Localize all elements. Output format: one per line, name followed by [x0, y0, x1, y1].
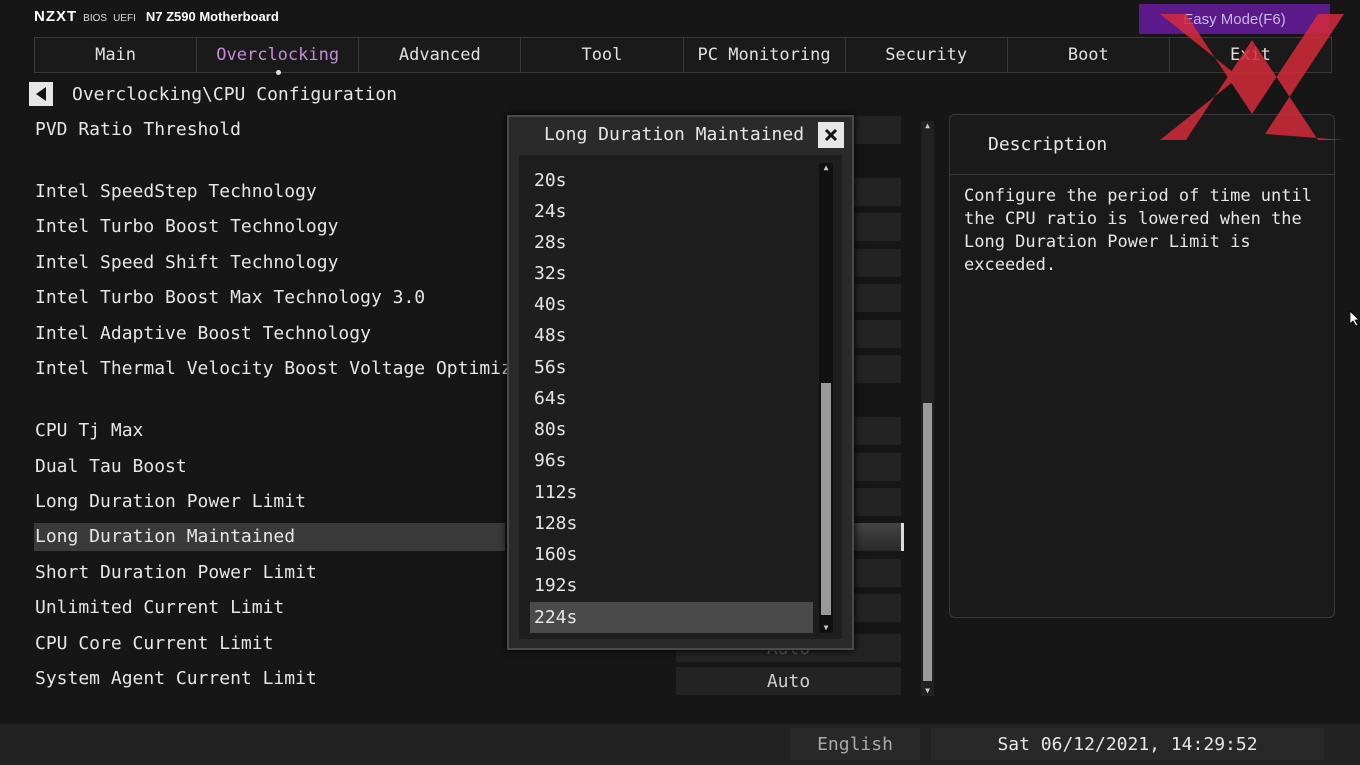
- language-selector[interactable]: English: [790, 728, 920, 760]
- setting-pvd-ratio-threshold[interactable]: PVD Ratio Threshold: [34, 116, 505, 144]
- description-header: Description: [950, 115, 1334, 175]
- easy-mode-button[interactable]: Easy Mode(F6): [1139, 4, 1330, 34]
- setting-cpu-tj-max[interactable]: CPU Tj Max: [34, 417, 505, 445]
- tab-tool[interactable]: Tool: [521, 38, 684, 72]
- long-duration-maintained-popup: Long Duration Maintained 20s 24s 28s 32s…: [507, 115, 854, 650]
- option-item[interactable]: 24s: [530, 196, 813, 227]
- tab-boot[interactable]: Boot: [1008, 38, 1170, 72]
- tab-security[interactable]: Security: [846, 38, 1008, 72]
- close-icon: [824, 128, 838, 142]
- tab-exit[interactable]: Exit: [1170, 38, 1331, 72]
- nzxt-logo: NZXT: [34, 8, 78, 25]
- main-scrollbar[interactable]: ▲ ▼: [921, 121, 934, 696]
- mouse-cursor-icon: [1350, 311, 1360, 327]
- description-text: Configure the period of time until the C…: [964, 186, 1312, 275]
- setting-intel-turbo-boost-max-3[interactable]: Intel Turbo Boost Max Technology 3.0: [34, 284, 505, 312]
- back-button[interactable]: [29, 82, 53, 106]
- option-item[interactable]: 64s: [530, 383, 813, 414]
- setting-intel-speedstep[interactable]: Intel SpeedStep Technology: [34, 178, 505, 206]
- value-system-agent-current-limit[interactable]: Auto: [676, 667, 901, 695]
- setting-dual-tau-boost[interactable]: Dual Tau Boost: [34, 453, 505, 481]
- setting-short-duration-power-limit[interactable]: Short Duration Power Limit: [34, 559, 505, 587]
- scroll-down-icon[interactable]: ▼: [819, 623, 833, 633]
- option-item[interactable]: 56s: [530, 352, 813, 383]
- tab-main[interactable]: Main: [35, 38, 198, 72]
- datetime-display: Sat 06/12/2021, 14:29:52: [931, 728, 1324, 760]
- bios-label: BIOS: [83, 13, 108, 24]
- setting-intel-turbo-boost[interactable]: Intel Turbo Boost Technology: [34, 213, 505, 241]
- breadcrumb: Overclocking\CPU Configuration: [72, 84, 398, 105]
- option-item[interactable]: 48s: [530, 320, 813, 351]
- scroll-down-icon[interactable]: ▼: [921, 686, 934, 696]
- option-item[interactable]: 80s: [530, 414, 813, 445]
- tab-pc-monitoring[interactable]: PC Monitoring: [684, 38, 846, 72]
- setting-unlimited-current-limit[interactable]: Unlimited Current Limit: [34, 594, 505, 622]
- scroll-up-icon[interactable]: ▲: [819, 163, 833, 173]
- setting-cpu-core-current-limit[interactable]: CPU Core Current Limit: [34, 630, 505, 658]
- setting-long-duration-maintained[interactable]: Long Duration Maintained: [34, 523, 505, 551]
- setting-intel-speed-shift[interactable]: Intel Speed Shift Technology: [34, 249, 505, 277]
- option-item-selected[interactable]: 224s: [530, 602, 813, 633]
- scroll-up-icon[interactable]: ▲: [921, 121, 934, 131]
- option-item[interactable]: 112s: [530, 477, 813, 508]
- description-title: Description: [988, 134, 1108, 155]
- setting-intel-tvb-voltage-opt[interactable]: Intel Thermal Velocity Boost Voltage Opt…: [34, 355, 577, 383]
- option-item[interactable]: 160s: [530, 539, 813, 570]
- popup-scrollbar-thumb[interactable]: [821, 383, 831, 615]
- uefi-label: UEFI: [113, 13, 136, 24]
- description-panel: Description Configure the period of time…: [949, 114, 1335, 618]
- popup-title: Long Duration Maintained: [543, 124, 805, 145]
- popup-close-button[interactable]: [818, 122, 844, 148]
- setting-system-agent-current-limit[interactable]: System Agent Current Limit: [34, 665, 505, 693]
- option-item[interactable]: 192s: [530, 570, 813, 601]
- tab-advanced[interactable]: Advanced: [359, 38, 522, 72]
- main-tabs: Main Overclocking Advanced Tool PC Monit…: [34, 37, 1332, 75]
- setting-intel-adaptive-boost[interactable]: Intel Adaptive Boost Technology: [34, 320, 505, 348]
- option-item[interactable]: 128s: [530, 508, 813, 539]
- option-item[interactable]: 32s: [530, 258, 813, 289]
- option-item[interactable]: 28s: [530, 227, 813, 258]
- option-item[interactable]: 20s: [530, 165, 813, 196]
- option-item[interactable]: 40s: [530, 289, 813, 320]
- motherboard-model: N7 Z590 Motherboard: [145, 9, 279, 24]
- setting-long-duration-power-limit[interactable]: Long Duration Power Limit: [34, 488, 505, 516]
- main-scrollbar-thumb[interactable]: [923, 403, 932, 681]
- option-item[interactable]: 96s: [530, 445, 813, 476]
- popup-scrollbar[interactable]: ▲ ▼: [819, 163, 833, 633]
- brand: NZXT BIOS UEFI N7 Z590 Motherboard: [34, 8, 279, 30]
- arrow-left-icon: [36, 87, 46, 101]
- popup-option-list: 20s 24s 28s 32s 40s 48s 56s 64s 80s 96s …: [519, 155, 842, 639]
- tab-overclocking[interactable]: Overclocking: [197, 38, 360, 75]
